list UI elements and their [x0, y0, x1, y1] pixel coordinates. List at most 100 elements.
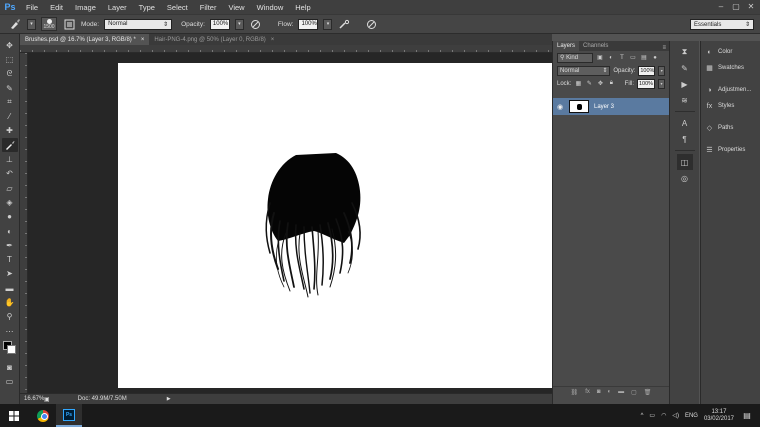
shape-filter-icon[interactable]: ▭	[629, 54, 637, 62]
menu-image[interactable]: Image	[69, 3, 102, 12]
layer-opacity-dropdown[interactable]: ▾	[658, 65, 665, 76]
pixel-filter-icon[interactable]: ▣	[596, 54, 604, 62]
mode-select[interactable]: Normal ⇕	[104, 18, 173, 30]
filter-toggle-icon[interactable]: ●	[651, 54, 659, 62]
brush-tool-preset-icon[interactable]	[8, 17, 22, 31]
tab-layers[interactable]: Layers	[553, 41, 580, 51]
history-brush-tool-icon[interactable]: ↶	[2, 167, 18, 181]
workspace-select[interactable]: Essentials ⇕	[690, 19, 754, 30]
menu-type[interactable]: Type	[133, 3, 161, 12]
menu-help[interactable]: Help	[289, 3, 316, 12]
screen-mode-icon[interactable]: ▭	[2, 375, 18, 389]
menu-file[interactable]: File	[20, 3, 44, 12]
paragraph-panel-icon[interactable]: ¶	[677, 131, 693, 147]
character-panel-icon[interactable]: A	[677, 115, 693, 131]
channels-panel-icon[interactable]: ◎	[677, 170, 693, 186]
show-hidden-icons-icon[interactable]: ^	[641, 413, 644, 419]
delete-layer-icon[interactable]: 🗑︎	[644, 389, 652, 396]
close-icon[interactable]: ×	[271, 37, 275, 43]
close-window-button[interactable]: ✕	[744, 0, 758, 12]
dock-color[interactable]: ◐ Color	[701, 44, 760, 60]
tab-hair-png[interactable]: Hair-PNG-4.png @ 50% (Layer 0, RGB/8) ×	[149, 34, 279, 45]
adjustment-filter-icon[interactable]: ◐	[607, 54, 615, 62]
tab-channels[interactable]: Channels	[579, 41, 612, 51]
path-select-tool-icon[interactable]: ➤	[2, 267, 18, 281]
photoshop-taskbar-icon[interactable]: Ps	[56, 404, 82, 427]
zoom-level[interactable]: 16.67%	[20, 396, 44, 402]
close-icon[interactable]: ×	[141, 37, 145, 43]
history-icon[interactable]: ⧗	[677, 44, 693, 60]
canvas-workspace[interactable]	[28, 53, 554, 393]
crop-tool-icon[interactable]: ⌗	[2, 95, 18, 109]
rectangle-tool-icon[interactable]: ▬	[2, 281, 18, 295]
minimize-button[interactable]: –	[714, 0, 728, 12]
status-info-icon[interactable]: ▣	[44, 396, 50, 403]
healing-brush-tool-icon[interactable]: ✚	[2, 124, 18, 138]
paint-bucket-tool-icon[interactable]: ◈	[2, 195, 18, 209]
quick-mask-icon[interactable]: ◙	[2, 360, 18, 374]
eraser-tool-icon[interactable]: ▱	[2, 181, 18, 195]
menu-select[interactable]: Select	[161, 3, 194, 12]
language-indicator[interactable]: ENG	[685, 413, 698, 419]
color-swatches[interactable]	[2, 340, 18, 356]
layer-style-icon[interactable]: fx	[585, 389, 590, 395]
link-layers-icon[interactable]: ⛓	[571, 389, 579, 396]
kind-filter-select[interactable]: ⚲ Kind	[557, 52, 593, 63]
lasso-tool-icon[interactable]: ᘓ	[2, 67, 18, 81]
tool-preset-dropdown[interactable]: ▾	[27, 18, 36, 30]
pressure-size-icon[interactable]	[364, 17, 378, 31]
brush-size-picker[interactable]: 1500	[41, 17, 57, 31]
airbrush-icon[interactable]	[337, 17, 351, 31]
marquee-tool-icon[interactable]: ⬚	[2, 52, 18, 66]
dock-adjustments[interactable]: ◑ Adjustmen...	[701, 82, 760, 98]
more-tools-icon[interactable]: ⋯	[2, 324, 18, 338]
opacity-input[interactable]: 100%	[209, 18, 230, 30]
lock-image-icon[interactable]: ✎	[585, 80, 593, 88]
flow-input[interactable]: 100%	[298, 18, 319, 30]
menu-filter[interactable]: Filter	[194, 3, 223, 12]
new-group-icon[interactable]: ▬	[618, 389, 624, 395]
notifications-icon[interactable]: ▤	[740, 409, 754, 423]
move-tool-icon[interactable]: ✥	[2, 38, 18, 52]
lock-all-icon[interactable]: 🔒︎	[607, 80, 615, 88]
flow-dropdown[interactable]: ▾	[323, 18, 333, 30]
type-filter-icon[interactable]: T	[618, 54, 626, 62]
pen-tool-icon[interactable]: ✒	[2, 238, 18, 252]
zoom-tool-icon[interactable]: ⚲	[2, 310, 18, 324]
windows-start-icon[interactable]	[0, 404, 28, 427]
smart-object-filter-icon[interactable]: ▤	[640, 54, 648, 62]
tab-brushes-psd[interactable]: Brushes.psd @ 16.7% (Layer 3, RGB/8) * ×	[20, 34, 150, 45]
new-adjustment-icon[interactable]: ◐	[608, 389, 612, 395]
background-color-swatch[interactable]	[6, 345, 16, 355]
wifi-icon[interactable]: ◠	[661, 412, 666, 419]
type-tool-icon[interactable]: T	[2, 252, 18, 266]
horizontal-ruler[interactable]	[20, 45, 552, 53]
hand-tool-icon[interactable]: ✋	[2, 295, 18, 309]
quick-select-tool-icon[interactable]: ✎	[2, 81, 18, 95]
new-layer-icon[interactable]: ▢	[631, 389, 637, 396]
clock[interactable]: 13:17 03/02/2017	[704, 409, 734, 423]
layer-opacity-input[interactable]: 100%	[638, 65, 656, 76]
brush-panel-toggle-icon[interactable]	[62, 17, 76, 31]
lock-transparent-icon[interactable]: ▦	[574, 80, 582, 88]
blur-tool-icon[interactable]: ●	[2, 210, 18, 224]
fill-dropdown[interactable]: ▾	[658, 78, 665, 89]
fill-input[interactable]: 100%	[637, 78, 655, 89]
menu-window[interactable]: Window	[251, 3, 290, 12]
visibility-eye-icon[interactable]: ◉	[553, 103, 567, 111]
status-menu-arrow-icon[interactable]: ▶	[167, 396, 171, 402]
menu-view[interactable]: View	[222, 3, 250, 12]
dock-swatches[interactable]: ▦ Swatches	[701, 60, 760, 76]
brush-panel-icon[interactable]: ≋	[677, 92, 693, 108]
opacity-dropdown[interactable]: ▾	[234, 18, 244, 30]
brush-tool-icon[interactable]	[1, 138, 18, 153]
lock-position-icon[interactable]: ✥	[596, 80, 604, 88]
dodge-tool-icon[interactable]: ◐	[2, 224, 18, 238]
menu-edit[interactable]: Edit	[44, 3, 69, 12]
layer-name[interactable]: Layer 3	[594, 104, 614, 110]
add-mask-icon[interactable]: ◙	[597, 389, 601, 395]
brush-presets-icon[interactable]: ✎	[677, 60, 693, 76]
layer-row[interactable]: ◉ Layer 3	[553, 98, 669, 115]
dock-styles[interactable]: fx Styles	[701, 98, 760, 114]
menu-layer[interactable]: Layer	[102, 3, 133, 12]
